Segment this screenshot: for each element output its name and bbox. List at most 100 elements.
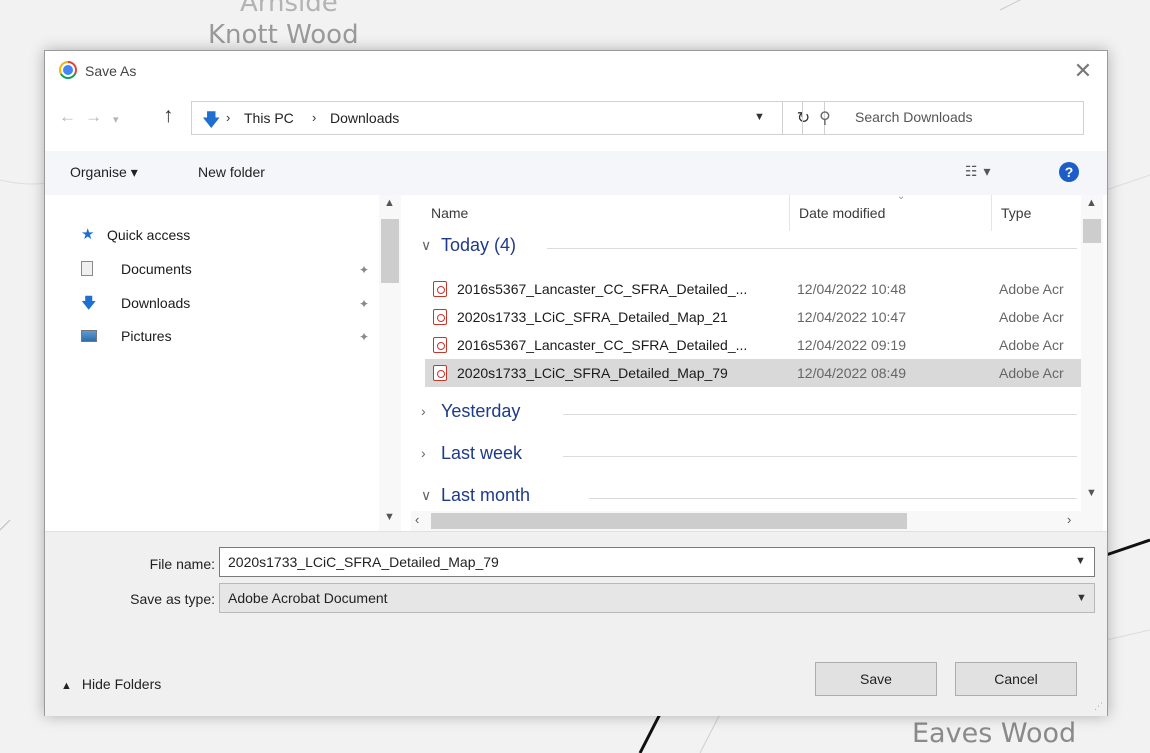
file-type: Adobe Acr [999,309,1064,325]
title-bar: Save As ✕ [45,51,1107,93]
file-row[interactable]: 2020s1733_LCiC_SFRA_Detailed_Map_21 12/0… [425,303,1085,331]
address-dropdown-icon[interactable]: ▼ [754,111,765,123]
up-button[interactable]: ↑ [163,104,174,128]
sidebar-item-label: Downloads [121,295,191,311]
save-button[interactable]: Save [815,662,937,696]
address-bar[interactable]: 🡇 › This PC › Downloads ▼ [191,101,783,135]
view-options-icon[interactable]: ☷ ▾ [965,163,991,180]
file-name: 2016s5367_Lancaster_CC_SFRA_Detailed_... [457,281,748,297]
chevron-right-icon: › [421,445,426,461]
file-name: 2020s1733_LCiC_SFRA_Detailed_Map_21 [457,309,728,325]
save-as-dialog: Save As ✕ ← → ▾ ↑ 🡇 › This PC › Download… [44,50,1108,716]
map-label-knott-wood: Knott Wood [208,20,359,50]
column-header-name[interactable]: Name [431,205,468,221]
file-list-horizontal-scrollbar[interactable]: ‹ › [411,511,1103,531]
file-type: Adobe Acr [999,365,1064,381]
new-folder-button[interactable]: New folder [198,164,265,180]
group-divider [547,248,1077,249]
group-label: Yesterday [441,401,521,421]
group-divider [589,498,1077,499]
save-as-type-value: Adobe Acrobat Document [228,590,388,606]
scroll-thumb[interactable] [1083,219,1101,243]
close-button[interactable]: ✕ [1069,57,1097,85]
resize-grip-icon[interactable]: ⋰ [1094,701,1103,712]
dialog-title: Save As [85,63,137,79]
group-label: Last month [441,485,531,505]
group-divider [563,414,1077,415]
chevron-up-icon: ▲ [61,680,72,692]
hide-folders-label: Hide Folders [81,676,162,692]
chevron-down-icon: ∨ [421,237,432,253]
map-label-eaves-wood: Eaves Wood [912,718,1077,749]
scroll-thumb[interactable] [381,219,399,283]
breadcrumb-this-pc[interactable]: This PC [244,110,294,126]
pin-icon: ✦ [359,263,370,277]
back-button[interactable]: ← [59,107,76,127]
recent-locations-button[interactable]: ▾ [113,113,119,126]
file-list: ⌄ Name Date modified Type ∨ Today (4) 20… [411,195,1103,531]
file-list-vertical-scrollbar[interactable]: ▲ ▼ [1081,195,1103,511]
chevron-right-icon: › [421,403,426,419]
star-icon: ★ [81,226,95,243]
save-as-type-select[interactable]: Adobe Acrobat Document ▼ [219,583,1095,613]
group-header-today[interactable]: ∨ Today (4) [417,235,1077,261]
scroll-down-icon[interactable]: ▼ [384,511,395,523]
breadcrumb-downloads[interactable]: Downloads [330,110,399,126]
navigation-row: ← → ▾ ↑ 🡇 › This PC › Downloads ▼ ↻ ⚲ [45,97,1107,141]
organise-menu[interactable]: Organise ▾ [70,164,138,181]
group-header-last-week[interactable]: › Last week [417,443,1077,469]
breadcrumb-separator: › [312,110,317,125]
pdf-file-icon [433,337,447,353]
hide-folders-button[interactable]: ▲ Hide Folders [61,676,161,692]
search-input[interactable] [853,108,1077,126]
search-icon: ⚲ [819,110,831,127]
scroll-left-icon[interactable]: ‹ [415,512,419,527]
chevron-down-icon[interactable]: ▼ [1075,555,1086,567]
map-label-arnside: Arnside [240,0,338,18]
scroll-thumb[interactable] [431,513,907,529]
file-row[interactable]: 2016s5367_Lancaster_CC_SFRA_Detailed_...… [425,275,1085,303]
column-divider[interactable] [789,195,790,231]
forward-button[interactable]: → [85,107,102,127]
sort-indicator-icon: ⌄ [897,195,906,202]
file-name-input[interactable] [219,547,1095,577]
group-header-last-month[interactable]: ∨ Last month [417,485,1077,511]
chrome-icon [59,61,77,79]
save-as-type-label: Save as type: [130,591,215,607]
pin-icon: ✦ [359,297,370,311]
file-date: 12/04/2022 10:48 [797,281,906,297]
column-header-type[interactable]: Type [1001,205,1031,221]
cancel-button[interactable]: Cancel [955,662,1077,696]
column-header-date-modified[interactable]: Date modified [799,205,885,221]
help-icon[interactable]: ? [1059,162,1079,182]
scroll-right-icon[interactable]: › [1067,512,1071,527]
file-row-selected[interactable]: 2020s1733_LCiC_SFRA_Detailed_Map_79 12/0… [425,359,1085,387]
navigation-pane: ★ Quick access Documents ✦ 🡇 Downloads ✦… [45,195,401,531]
file-name: 2016s5367_Lancaster_CC_SFRA_Detailed_... [457,337,748,353]
file-date: 12/04/2022 09:19 [797,337,906,353]
save-options-panel: File name: ▼ Save as type: Adobe Acrobat… [45,531,1107,716]
scroll-up-icon[interactable]: ▲ [384,197,395,209]
scroll-up-icon[interactable]: ▲ [1086,197,1097,209]
downloads-arrow-icon: 🡇 [202,110,221,130]
chevron-down-icon: ∨ [421,487,432,503]
toolbar: Organise ▾ New folder ☷ ▾ ? [45,151,1107,195]
pdf-file-icon [433,281,447,297]
file-date: 12/04/2022 10:47 [797,309,906,325]
group-divider [563,456,1077,457]
sidebar-item-label: Documents [121,261,192,277]
group-label: Last week [441,443,523,463]
search-box[interactable]: ⚲ [802,101,1084,135]
column-divider[interactable] [991,195,992,231]
file-type: Adobe Acr [999,337,1064,353]
file-name-label: File name: [149,556,215,572]
file-row[interactable]: 2016s5367_Lancaster_CC_SFRA_Detailed_...… [425,331,1085,359]
group-label: Today (4) [441,235,517,255]
navigation-scrollbar[interactable]: ▲ ▼ [379,195,401,531]
scroll-down-icon[interactable]: ▼ [1086,487,1097,499]
pictures-icon [81,326,99,346]
breadcrumb-separator: › [226,110,231,125]
pdf-file-icon [433,309,447,325]
group-header-yesterday[interactable]: › Yesterday [417,401,1077,427]
sidebar-item-label: Pictures [121,328,172,344]
